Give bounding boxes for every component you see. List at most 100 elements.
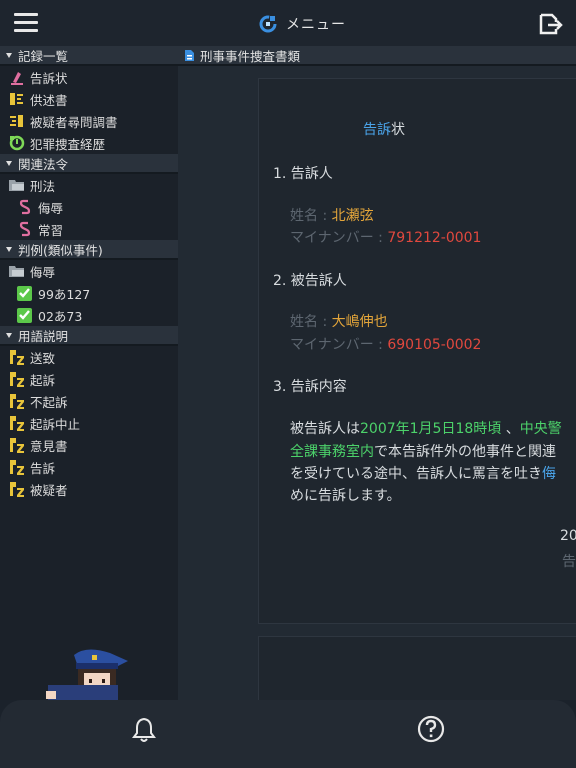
name-key: 姓名 : [290, 314, 332, 330]
accused-name-field: 姓名 : 大嶋伸也 [290, 311, 388, 331]
sidebar-item-criminal-law[interactable]: 刑法 [0, 174, 178, 196]
history-icon [9, 135, 25, 151]
term-icon [10, 482, 24, 497]
document-date: 20 [560, 528, 576, 544]
document-icon [185, 49, 194, 61]
sidebar-item-label: 常習 [38, 222, 64, 238]
accused-number-field: マイナンバー : 690105-0002 [290, 334, 481, 354]
incident-place-cont[interactable]: 全課事務室内 [290, 444, 374, 460]
incident-datetime[interactable]: 2007年1月5日18時頃 [360, 421, 501, 437]
collapse-triangle-icon [6, 246, 12, 252]
incident-place[interactable]: 中央警 [520, 421, 562, 437]
title-keyword[interactable]: 告訴 [363, 122, 391, 138]
sidebar-item-term-6[interactable]: 被疑者 [0, 478, 178, 500]
statement-icon [10, 93, 23, 105]
collapse-triangle-icon [6, 332, 12, 338]
complainant-number-field: マイナンバー : 791212-0001 [290, 227, 481, 247]
title-rest: 状 [391, 122, 405, 138]
section-accused: 2. 被告訴人 [273, 273, 347, 289]
refresh-icon [259, 15, 277, 33]
check-icon [17, 308, 32, 323]
term-icon [10, 394, 24, 409]
tab-label: 刑事事件捜査書類 [200, 48, 301, 64]
interrogation-icon [10, 115, 23, 127]
document-signer: 告 [562, 554, 576, 570]
term-icon [10, 416, 24, 431]
term-icon [10, 460, 24, 475]
sidebar-section-laws[interactable]: 関連法令 [0, 154, 178, 174]
help-icon[interactable] [416, 714, 446, 744]
name-key: 姓名 : [290, 208, 332, 224]
accused-name[interactable]: 大嶋伸也 [332, 314, 388, 330]
accused-number[interactable]: 690105-0002 [387, 337, 481, 353]
sidebar-item-label: 送致 [30, 350, 56, 366]
header-title: メニュー [286, 17, 346, 33]
sidebar-item-label: 被疑者尋問調書 [30, 114, 118, 130]
sidebar-item-insult[interactable]: 侮辱 [0, 196, 178, 218]
sidebar-item-term-1[interactable]: 起訴 [0, 368, 178, 390]
section-icon [19, 199, 31, 215]
sidebar-item-term-3[interactable]: 起訴中止 [0, 412, 178, 434]
section-content: 3. 告訴内容 [273, 379, 347, 395]
folder-icon [9, 266, 24, 277]
term-icon [10, 438, 24, 453]
main-panel: 刑事事件捜査書類 告訴状 1. 告訴人 姓名 : 北瀬弦 マイナンバー : 79… [178, 46, 576, 700]
export-icon[interactable] [538, 12, 564, 36]
top-bar: メニュー [0, 0, 576, 46]
content-line-2: 全課事務室内で本告訴件外の他事件と関連 [290, 441, 556, 461]
bell-icon[interactable] [131, 716, 157, 744]
collapse-triangle-icon [6, 160, 12, 166]
sidebar-item-label: 供述書 [30, 92, 68, 108]
sidebar-item-label: 02あ73 [38, 308, 83, 324]
sidebar-item-statement[interactable]: 供述書 [0, 88, 178, 110]
sidebar-item-label: 侮辱 [38, 200, 64, 216]
sidebar: 記録一覧 告訴状 供述書 被疑者尋問調書 犯罪捜査経歴 関連法令 刑法 侮辱 常… [0, 46, 178, 700]
text: 被告訴人は [290, 421, 360, 437]
hamburger-icon[interactable] [14, 13, 38, 33]
header-title-group: メニュー [258, 12, 346, 36]
content-line-1: 被告訴人は2007年1月5日18時頃 、中央警 [290, 418, 562, 438]
complainant-name-field: 姓名 : 北瀬弦 [290, 205, 374, 225]
section-label: 判例(類似事件) [18, 242, 103, 258]
pen-icon [11, 72, 23, 85]
section-label: 用語説明 [18, 328, 69, 344]
sidebar-item-history[interactable]: 犯罪捜査経歴 [0, 132, 178, 154]
sidebar-item-label: 起訴中止 [30, 416, 81, 432]
sidebar-section-records[interactable]: 記録一覧 [0, 46, 178, 66]
insult-keyword[interactable]: 侮 [542, 466, 556, 482]
complainant-number[interactable]: 791212-0001 [387, 230, 481, 246]
text: を受けている途中、告訴人に罵言を吐き [290, 466, 542, 482]
sidebar-item-label: 告訴状 [30, 70, 68, 86]
sidebar-item-case-02a73[interactable]: 02あ73 [0, 304, 178, 326]
sidebar-item-label: 侮辱 [30, 264, 56, 280]
bottom-bar [0, 700, 576, 768]
sidebar-item-label: 不起訴 [30, 394, 68, 410]
folder-icon [9, 180, 24, 191]
police-officer-mascot [46, 649, 128, 703]
sidebar-item-label: 意見書 [30, 438, 68, 454]
sidebar-item-label: 被疑者 [30, 482, 68, 498]
section-label: 記録一覧 [18, 48, 69, 64]
section-complainant: 1. 告訴人 [273, 166, 333, 182]
collapse-triangle-icon [6, 52, 12, 58]
content-line-3: を受けている途中、告訴人に罵言を吐き侮 [290, 463, 556, 483]
sidebar-item-label: 99あ127 [38, 286, 91, 302]
sidebar-item-term-2[interactable]: 不起訴 [0, 390, 178, 412]
sidebar-item-term-0[interactable]: 送致 [0, 346, 178, 368]
section-icon [19, 221, 31, 237]
sidebar-item-interrogation[interactable]: 被疑者尋問調書 [0, 110, 178, 132]
sidebar-item-term-5[interactable]: 告訴 [0, 456, 178, 478]
content-line-4: めに告訴します。 [290, 488, 401, 504]
document-tab[interactable]: 刑事事件捜査書類 [178, 46, 576, 66]
sidebar-section-precedents[interactable]: 判例(類似事件) [0, 240, 178, 260]
term-icon [10, 350, 24, 365]
sidebar-item-term-4[interactable]: 意見書 [0, 434, 178, 456]
sidebar-item-complaint[interactable]: 告訴状 [0, 66, 178, 88]
mynumber-key: マイナンバー : [290, 230, 388, 246]
sidebar-item-case-99a127[interactable]: 99あ127 [0, 282, 178, 304]
sidebar-item-habitual[interactable]: 常習 [0, 218, 178, 240]
sidebar-item-label: 告訴 [30, 460, 56, 476]
sidebar-item-insult-folder[interactable]: 侮辱 [0, 260, 178, 282]
complainant-name[interactable]: 北瀬弦 [332, 208, 374, 224]
sidebar-section-glossary[interactable]: 用語説明 [0, 326, 178, 346]
